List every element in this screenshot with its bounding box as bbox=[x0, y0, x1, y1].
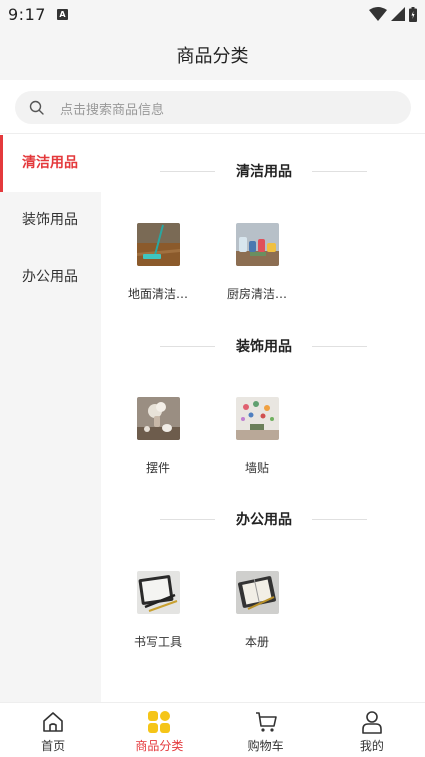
divider-line bbox=[312, 171, 367, 172]
divider-line bbox=[312, 519, 367, 520]
section-header-decoration: 装饰用品 bbox=[101, 336, 425, 356]
signal-icon bbox=[391, 7, 405, 21]
divider-line bbox=[160, 519, 215, 520]
product-image bbox=[236, 397, 279, 440]
bottom-tab-bar: 首页 商品分类 购物车 我的 bbox=[0, 702, 425, 757]
status-time: 9:17 bbox=[8, 5, 46, 24]
sidebar-item-cleaning[interactable]: 清洁用品 bbox=[0, 135, 101, 192]
cart-icon bbox=[255, 712, 277, 732]
search-bar: 点击搜索商品信息 bbox=[0, 80, 425, 134]
nav-bar: 商品分类 bbox=[0, 28, 425, 80]
section-header-cleaning: 清洁用品 bbox=[101, 161, 425, 181]
product-image bbox=[137, 571, 180, 614]
section-title: 装饰用品 bbox=[236, 339, 292, 355]
sidebar-item-office[interactable]: 办公用品 bbox=[0, 249, 101, 306]
tab-profile[interactable]: 我的 bbox=[319, 703, 425, 757]
divider-line bbox=[160, 346, 215, 347]
product-name: 摆件 bbox=[145, 461, 170, 475]
divider-line bbox=[160, 171, 215, 172]
product-name: 墙贴 bbox=[244, 461, 269, 475]
divider-line bbox=[312, 346, 367, 347]
category-icon bbox=[148, 711, 171, 733]
section-header-office: 办公用品 bbox=[101, 509, 425, 529]
product-name: 厨房清洁… bbox=[226, 287, 287, 301]
tab-cart[interactable]: 购物车 bbox=[213, 703, 319, 757]
search-icon bbox=[29, 100, 44, 115]
product-wall-sticker[interactable]: 墙贴 bbox=[212, 397, 302, 477]
product-ornament[interactable]: 摆件 bbox=[113, 397, 203, 477]
sidebar-item-decoration[interactable]: 装饰用品 bbox=[0, 192, 101, 249]
sidebar-item-label: 装饰用品 bbox=[22, 212, 78, 228]
product-floor-cleaner[interactable]: 地面清洁… bbox=[113, 223, 203, 303]
category-content: 清洁用品 地面清洁… 厨房清洁… 装饰用品 摆件 墙贴 办公用品 书写工具 本册 bbox=[101, 135, 425, 702]
status-bar: 9:17 A bbox=[0, 0, 425, 28]
section-title: 办公用品 bbox=[236, 512, 292, 528]
tab-label: 我的 bbox=[359, 739, 384, 753]
profile-icon bbox=[362, 711, 382, 734]
product-name: 本册 bbox=[244, 635, 269, 649]
product-notebook[interactable]: 本册 bbox=[212, 571, 302, 651]
home-icon bbox=[43, 712, 63, 732]
battery-icon bbox=[409, 6, 417, 22]
product-kitchen-cleaner[interactable]: 厨房清洁… bbox=[212, 223, 302, 303]
tab-label: 首页 bbox=[41, 739, 66, 753]
search-input[interactable]: 点击搜索商品信息 bbox=[15, 91, 411, 124]
tab-label: 购物车 bbox=[247, 739, 284, 753]
sidebar-item-label: 办公用品 bbox=[22, 269, 78, 285]
product-writing-tools[interactable]: 书写工具 bbox=[113, 571, 203, 651]
category-sidebar: 清洁用品 装饰用品 办公用品 bbox=[0, 135, 101, 702]
sidebar-item-label: 清洁用品 bbox=[22, 155, 78, 171]
tab-label: 商品分类 bbox=[135, 739, 184, 753]
product-image bbox=[236, 223, 279, 266]
tab-category[interactable]: 商品分类 bbox=[106, 703, 212, 757]
section-title: 清洁用品 bbox=[236, 164, 292, 180]
product-name: 书写工具 bbox=[133, 635, 182, 649]
page-title: 商品分类 bbox=[176, 46, 249, 67]
product-image bbox=[137, 397, 180, 440]
product-image bbox=[137, 223, 180, 266]
tab-home[interactable]: 首页 bbox=[0, 703, 106, 757]
product-name: 地面清洁… bbox=[127, 287, 188, 301]
wifi-icon bbox=[369, 7, 387, 21]
status-icons bbox=[369, 6, 417, 22]
product-image bbox=[236, 571, 279, 614]
search-placeholder: 点击搜索商品信息 bbox=[60, 103, 165, 118]
notification-a-icon: A bbox=[57, 9, 68, 20]
